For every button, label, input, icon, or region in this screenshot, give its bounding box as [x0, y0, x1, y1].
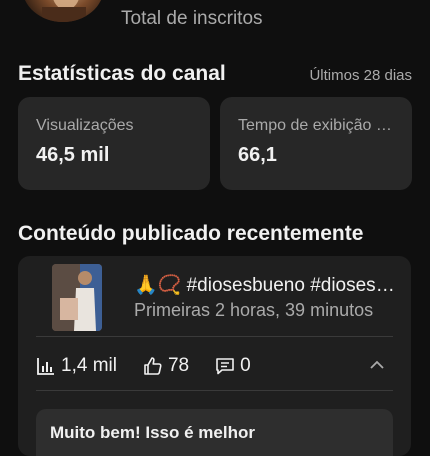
video-thumbnail[interactable] — [52, 264, 102, 331]
comments-metric: 0 — [215, 355, 251, 377]
views-count: 1,4 mil — [61, 355, 117, 376]
stat-value-watch-time: 66,1 — [238, 144, 277, 166]
performance-panel-text: Muito bem! Isso é melhor — [50, 423, 255, 442]
video-metrics-row: 1,4 mil 78 0 — [36, 351, 393, 381]
stat-value-views: 46,5 mil — [36, 144, 110, 166]
divider — [36, 390, 393, 391]
comments-count: 0 — [240, 355, 251, 376]
likes-metric: 78 — [143, 355, 189, 377]
comment-icon — [216, 358, 234, 375]
bar-chart-icon — [37, 358, 54, 375]
thumbs-up-icon — [144, 357, 162, 375]
video-meta: Primeiras 2 horas, 39 minutos — [134, 300, 374, 320]
recent-content-header: Conteúdo publicado recentemente — [18, 222, 412, 246]
performance-panel[interactable]: Muito bem! Isso é melhor — [36, 409, 393, 456]
divider — [36, 336, 393, 337]
views-metric: 1,4 mil — [36, 355, 117, 377]
recent-video-card[interactable]: 🙏📿 #diosesbueno #diosesamor Primeiras 2 … — [18, 256, 411, 456]
stat-card-watch-time[interactable]: Tempo de exibição (horas) 66,1 — [220, 97, 412, 190]
video-title[interactable]: 🙏📿 #diosesbueno #diosesamor — [134, 273, 396, 297]
stat-label-watch-time: Tempo de exibição (horas) — [238, 117, 394, 134]
chevron-up-icon — [370, 360, 384, 369]
recent-content-title: Conteúdo publicado recentemente — [18, 222, 364, 245]
channel-stats-title: Estatísticas do canal — [18, 62, 226, 85]
channel-stats-period: Últimos 28 dias — [309, 67, 412, 84]
channel-avatar[interactable] — [22, 0, 104, 22]
likes-count: 78 — [167, 355, 190, 376]
subscribers-label: Total de inscritos — [121, 8, 263, 29]
stat-label-views: Visualizações — [36, 117, 134, 134]
stat-card-views[interactable]: Visualizações 46,5 mil — [18, 97, 210, 190]
channel-stats-header: Estatísticas do canal Últimos 28 dias — [18, 62, 412, 86]
collapse-button[interactable] — [367, 355, 387, 380]
